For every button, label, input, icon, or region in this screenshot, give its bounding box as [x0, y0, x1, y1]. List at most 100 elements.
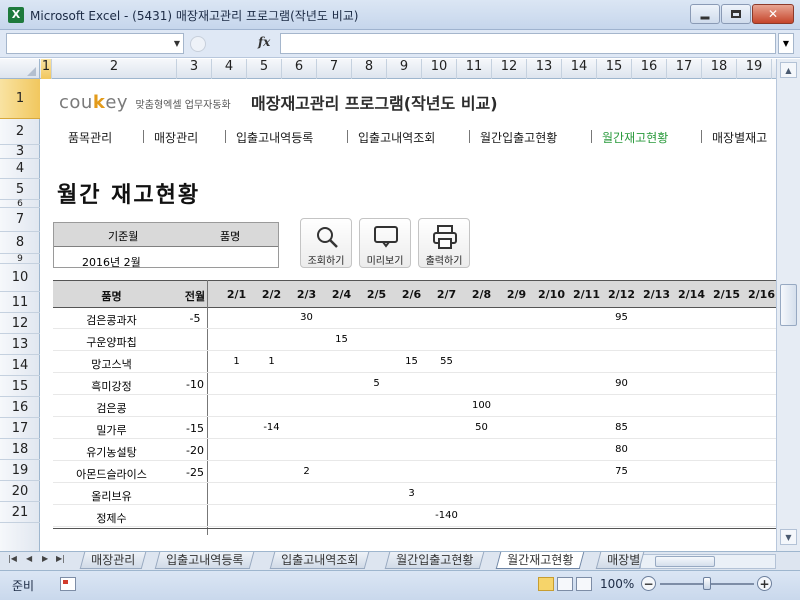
row-header-18[interactable]: 18: [0, 439, 40, 460]
row-header-21[interactable]: 21: [0, 502, 40, 523]
column-header-7[interactable]: 7: [317, 59, 352, 79]
menu-item-0[interactable]: 품목관리: [68, 129, 112, 146]
excel-icon[interactable]: X: [8, 7, 24, 23]
sheet-tab-4[interactable]: 월간재고현황: [495, 552, 585, 569]
column-header-17[interactable]: 17: [667, 59, 702, 79]
row-header-11[interactable]: 11: [0, 292, 40, 313]
print-button[interactable]: 출력하기: [418, 218, 470, 268]
minimize-button[interactable]: [690, 4, 720, 24]
scroll-down-icon[interactable]: ▼: [780, 529, 797, 545]
item-name: 정제수: [96, 512, 127, 525]
day-column-header: 2/1: [226, 288, 247, 301]
day-stock-value: -14: [263, 422, 280, 433]
day-column-header: 2/16: [748, 288, 775, 301]
row-header-3[interactable]: 3: [0, 144, 40, 159]
column-header: 1 2 3 4 5 6 7 8 9 10 11 12 13 14 15 16 17 18 19: [0, 59, 776, 79]
formula-input[interactable]: [280, 33, 776, 54]
print-button-label: 출력하기: [425, 256, 463, 267]
search-button[interactable]: 조회하기: [300, 218, 352, 268]
row-header-1[interactable]: 1: [0, 79, 40, 119]
column-header-18[interactable]: 18: [702, 59, 737, 79]
day-stock-value: 85: [615, 422, 628, 433]
column-header-12[interactable]: 12: [492, 59, 527, 79]
page-break-view-button[interactable]: [576, 577, 592, 591]
menu-item-6[interactable]: 매장별재고: [712, 129, 767, 146]
row-header-14[interactable]: 14: [0, 355, 40, 376]
sheet-tab-1[interactable]: 입출고내역등록: [154, 552, 255, 569]
close-button[interactable]: ✕: [752, 4, 794, 24]
horizontal-scrollbar[interactable]: [640, 554, 776, 569]
zoom-level[interactable]: 100%: [600, 577, 634, 591]
row-header-13[interactable]: 13: [0, 334, 40, 355]
cancel-icon[interactable]: [190, 36, 206, 52]
page-layout-view-button[interactable]: [557, 577, 573, 591]
first-sheet-icon[interactable]: |◀: [8, 554, 17, 563]
maximize-button[interactable]: [721, 4, 751, 24]
logo: coukey 맞춤형엑셀 업무자동화: [59, 92, 231, 113]
column-header-8[interactable]: 8: [352, 59, 387, 79]
name-box[interactable]: ▼: [6, 33, 184, 54]
macro-record-icon[interactable]: [60, 577, 76, 591]
day-stock-value: 90: [615, 378, 628, 389]
row-header-9[interactable]: 9: [0, 254, 40, 264]
column-header-16[interactable]: 16: [632, 59, 667, 79]
menu-item-4[interactable]: 월간입출고현황: [480, 129, 557, 146]
column-header-1[interactable]: 1: [41, 59, 52, 79]
chevron-down-icon[interactable]: ▼: [174, 39, 180, 48]
sheet-tab-2[interactable]: 입출고내역조회: [269, 552, 370, 569]
sheet-tab-3[interactable]: 월간입출고현황: [384, 552, 485, 569]
vertical-scrollbar[interactable]: ▲ ▼: [776, 59, 800, 551]
preview-button[interactable]: 미리보기: [359, 218, 411, 268]
sheet-tab-0[interactable]: 매장관리: [79, 552, 147, 569]
day-column-header: 2/12: [608, 288, 635, 301]
row-header-8[interactable]: 8: [0, 232, 40, 254]
zoom-out-button[interactable]: −: [641, 576, 656, 591]
month-value[interactable]: 2016년 2월: [82, 254, 141, 270]
row-header-2[interactable]: 2: [0, 119, 40, 145]
row-header-20[interactable]: 20: [0, 481, 40, 502]
horizontal-scroll-thumb[interactable]: [655, 556, 715, 567]
row-header-16[interactable]: 16: [0, 397, 40, 418]
vertical-scroll-thumb[interactable]: [780, 284, 797, 326]
table-row: 정제수 -140: [53, 506, 776, 527]
column-header-2[interactable]: 2: [52, 59, 177, 79]
row-header-19[interactable]: 19: [0, 460, 40, 481]
expand-formula-button[interactable]: ▼: [778, 33, 794, 54]
select-all-button[interactable]: [0, 59, 40, 79]
day-column-header: 2/10: [538, 288, 565, 301]
column-header-5[interactable]: 5: [247, 59, 282, 79]
item-name: 밀가루: [96, 424, 127, 437]
worksheet[interactable]: coukey 맞춤형엑셀 업무자동화 매장재고관리 프로그램(작년도 비교) 품…: [41, 79, 776, 551]
row-header-17[interactable]: 17: [0, 418, 40, 439]
row-header-4[interactable]: 4: [0, 159, 40, 179]
menu-item-3[interactable]: 입출고내역조회: [358, 129, 435, 146]
next-sheet-icon[interactable]: ▶: [42, 554, 48, 563]
column-header-19[interactable]: 19: [737, 59, 772, 79]
row-header-15[interactable]: 15: [0, 376, 40, 397]
row-header-5[interactable]: 5: [0, 179, 40, 200]
row-header-12[interactable]: 12: [0, 313, 40, 334]
prev-sheet-icon[interactable]: ◀: [26, 554, 32, 563]
sheet-tab-5[interactable]: 매장별: [595, 552, 645, 569]
column-header-6[interactable]: 6: [282, 59, 317, 79]
column-header-15[interactable]: 15: [597, 59, 632, 79]
insert-function-button[interactable]: fx: [258, 35, 270, 49]
row-header-6[interactable]: 6: [0, 199, 40, 209]
menu-item-1[interactable]: 매장관리: [154, 129, 198, 146]
row-header-7[interactable]: 7: [0, 208, 40, 232]
normal-view-button[interactable]: [538, 577, 554, 591]
column-header-14[interactable]: 14: [562, 59, 597, 79]
zoom-in-button[interactable]: +: [757, 576, 772, 591]
column-header-11[interactable]: 11: [457, 59, 492, 79]
menu-item-5[interactable]: 월간재고현황: [602, 129, 668, 146]
column-header-3[interactable]: 3: [177, 59, 212, 79]
column-header-13[interactable]: 13: [527, 59, 562, 79]
zoom-slider-thumb[interactable]: [703, 577, 711, 590]
row-header-10[interactable]: 10: [0, 264, 40, 292]
column-header-9[interactable]: 9: [387, 59, 422, 79]
last-sheet-icon[interactable]: ▶|: [56, 554, 65, 563]
scroll-up-icon[interactable]: ▲: [780, 62, 797, 78]
menu-item-2[interactable]: 입출고내역등록: [236, 129, 313, 146]
column-header-4[interactable]: 4: [212, 59, 247, 79]
column-header-10[interactable]: 10: [422, 59, 457, 79]
